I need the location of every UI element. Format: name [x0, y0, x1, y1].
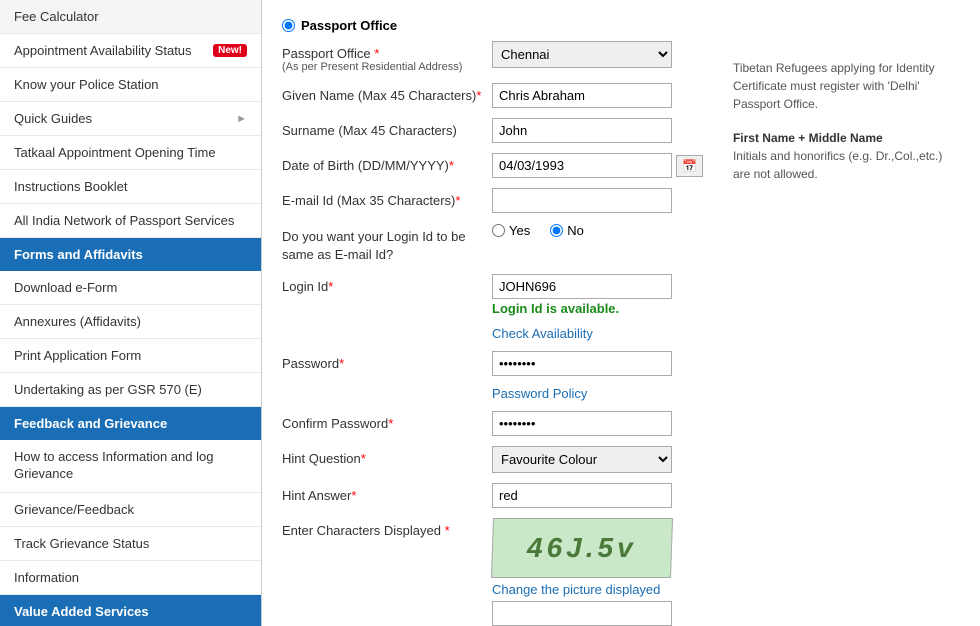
email-label: E-mail Id (Max 35 Characters)*	[282, 188, 492, 208]
sidebar-item-undertaking[interactable]: Undertaking as per GSR 570 (E)	[0, 373, 261, 407]
tibetan-note: Tibetan Refugees applying for Identity C…	[733, 59, 950, 113]
sidebar-item-instructions-booklet[interactable]: Instructions Booklet	[0, 170, 261, 204]
sidebar-section-value-added: Value Added Services	[0, 595, 261, 626]
dob-input[interactable]: 04/03/1993	[492, 153, 672, 178]
sidebar-item-all-india-network[interactable]: All India Network of Passport Services	[0, 204, 261, 238]
email-input[interactable]	[492, 188, 672, 213]
hint-answer-label: Hint Answer*	[282, 483, 492, 503]
dob-row: Date of Birth (DD/MM/YYYY)* 04/03/1993 📅	[282, 153, 703, 178]
login-same-row: Do you want your Login Id to be same as …	[282, 223, 703, 264]
login-same-yes-label[interactable]: Yes	[492, 223, 530, 238]
confirm-password-row: Confirm Password*	[282, 411, 703, 436]
sidebar-item-know-police-station[interactable]: Know your Police Station	[0, 68, 261, 102]
sidebar-item-tatkaal[interactable]: Tatkaal Appointment Opening Time	[0, 136, 261, 170]
chevron-right-icon: ►	[236, 113, 247, 125]
sidebar-item-quick-guides[interactable]: Quick Guides ►	[0, 102, 261, 136]
hint-answer-input-wrap	[492, 483, 703, 508]
surname-input-wrap: John	[492, 118, 703, 143]
login-id-row: Login Id* Login Id is available. Check A…	[282, 274, 703, 341]
surname-label: Surname (Max 45 Characters)	[282, 118, 492, 138]
given-name-input[interactable]: Chris Abraham	[492, 83, 672, 108]
sidebar-section-forms: Forms and Affidavits	[0, 238, 261, 271]
dob-label: Date of Birth (DD/MM/YYYY)*	[282, 153, 492, 173]
surname-row: Surname (Max 45 Characters) John	[282, 118, 703, 143]
given-name-label: Given Name (Max 45 Characters)*	[282, 83, 492, 103]
hint-answer-row: Hint Answer*	[282, 483, 703, 508]
sidebar-item-information[interactable]: Information	[0, 561, 261, 595]
sidebar-item-print-application[interactable]: Print Application Form	[0, 339, 261, 373]
login-id-input[interactable]	[492, 274, 672, 299]
passport-office-select-wrap: Chennai Mumbai Delhi Kolkata Bangalore	[492, 41, 703, 68]
captcha-input-wrap: 46J.5v Change the picture displayed	[492, 518, 703, 626]
password-row: Password* Password Policy	[282, 351, 703, 401]
check-availability-link[interactable]: Check Availability	[492, 326, 593, 341]
login-id-input-wrap: Login Id is available. Check Availabilit…	[492, 274, 703, 341]
hint-answer-input[interactable]	[492, 483, 672, 508]
passport-office-radio[interactable]	[282, 19, 295, 32]
confirm-password-input-wrap	[492, 411, 703, 436]
surname-input[interactable]: John	[492, 118, 672, 143]
sidebar-section-feedback: Feedback and Grievance	[0, 407, 261, 440]
passport-office-select[interactable]: Chennai Mumbai Delhi Kolkata Bangalore	[492, 41, 672, 68]
password-label: Password*	[282, 351, 492, 371]
login-available-text: Login Id is available.	[492, 301, 672, 316]
hint-question-label: Hint Question*	[282, 446, 492, 466]
sidebar-item-appointment-status[interactable]: Appointment Availability Status New!	[0, 34, 261, 68]
captcha-input[interactable]	[492, 601, 672, 626]
confirm-password-label: Confirm Password*	[282, 411, 492, 431]
captcha-row: Enter Characters Displayed * 46J.5v Chan…	[282, 518, 703, 626]
login-same-yes-radio[interactable]	[492, 224, 505, 237]
hint-question-select-wrap: Favourite Colour Mother's Maiden Name Pe…	[492, 446, 703, 473]
dob-input-wrap: 04/03/1993 📅	[492, 153, 703, 178]
sidebar-item-download-eform[interactable]: Download e-Form	[0, 271, 261, 305]
login-id-label: Login Id*	[282, 274, 492, 294]
sidebar-item-annexures[interactable]: Annexures (Affidavits)	[0, 305, 261, 339]
change-picture-link[interactable]: Change the picture displayed	[492, 582, 703, 597]
captcha-image: 46J.5v	[491, 518, 673, 578]
passport-office-label: Passport Office * (As per Present Reside…	[282, 41, 492, 73]
passport-office-row: Passport Office * (As per Present Reside…	[282, 41, 703, 73]
calendar-icon[interactable]: 📅	[676, 155, 703, 177]
captcha-text: 46J.5v	[527, 532, 637, 564]
main-content: Passport Office Passport Office * (As pe…	[262, 0, 980, 626]
sidebar-item-grievance-feedback[interactable]: Grievance/Feedback	[0, 493, 261, 527]
login-same-no-radio[interactable]	[550, 224, 563, 237]
sidebar: Fee Calculator Appointment Availability …	[0, 0, 262, 626]
sidebar-item-fee-calculator[interactable]: Fee Calculator	[0, 0, 261, 34]
password-input-wrap: Password Policy	[492, 351, 703, 401]
first-name-label: First Name + Middle Name	[733, 129, 950, 147]
hint-question-select[interactable]: Favourite Colour Mother's Maiden Name Pe…	[492, 446, 672, 473]
login-same-radio-wrap: Yes No	[492, 223, 703, 238]
sidebar-item-how-to-access[interactable]: How to access Information and log Grieva…	[0, 440, 261, 493]
given-name-input-wrap: Chris Abraham	[492, 83, 703, 108]
email-input-wrap	[492, 188, 703, 213]
new-badge: New!	[213, 44, 247, 57]
confirm-password-input[interactable]	[492, 411, 672, 436]
password-input[interactable]	[492, 351, 672, 376]
login-same-label: Do you want your Login Id to be same as …	[282, 223, 492, 264]
right-info-panel: Tibetan Refugees applying for Identity C…	[723, 18, 960, 188]
password-policy-link[interactable]: Password Policy	[492, 386, 587, 401]
captcha-label: Enter Characters Displayed *	[282, 518, 492, 538]
email-row: E-mail Id (Max 35 Characters)*	[282, 188, 703, 213]
hint-question-row: Hint Question* Favourite Colour Mother's…	[282, 446, 703, 473]
given-name-row: Given Name (Max 45 Characters)* Chris Ab…	[282, 83, 703, 108]
login-same-no-label[interactable]: No	[550, 223, 584, 238]
sidebar-item-track-grievance[interactable]: Track Grievance Status	[0, 527, 261, 561]
passport-office-radio-label: Passport Office	[301, 18, 397, 33]
first-name-note: Initials and honorifics (e.g. Dr.,Col.,e…	[733, 147, 950, 183]
